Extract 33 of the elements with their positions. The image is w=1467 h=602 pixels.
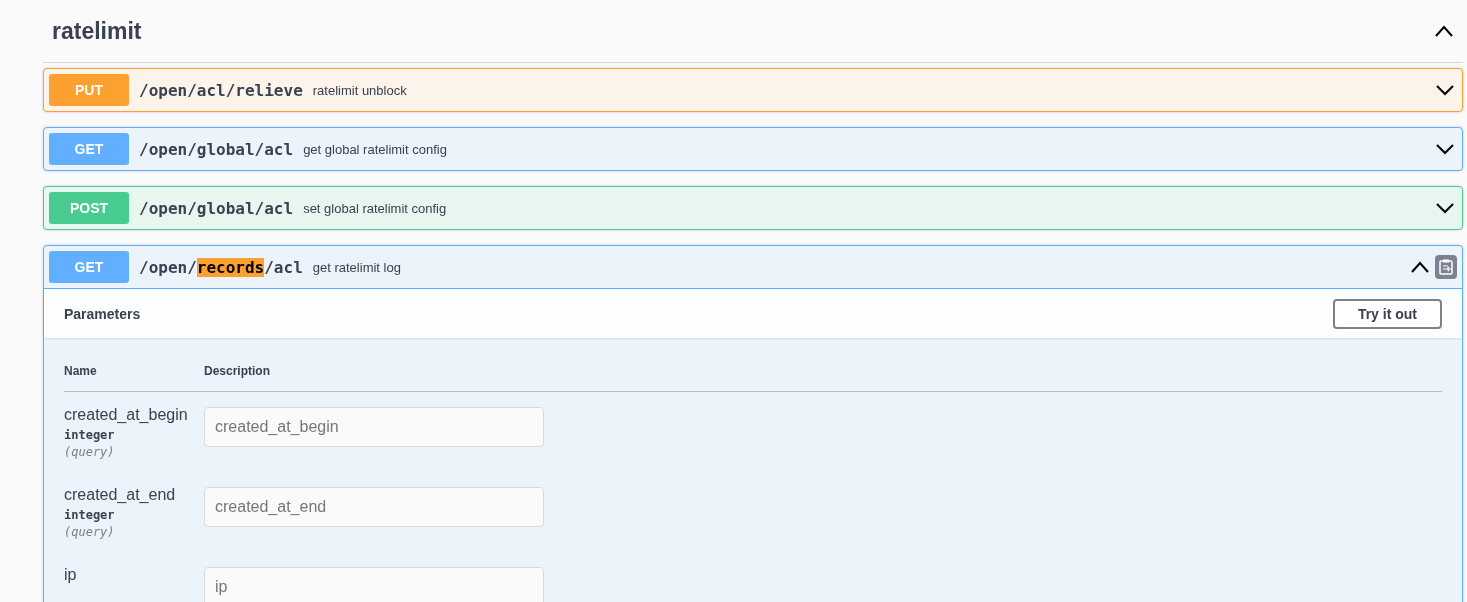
- parameter-type: integer: [64, 508, 116, 522]
- parameter-name: ip: [64, 566, 78, 584]
- method-badge: POST: [49, 192, 129, 224]
- column-header: Description: [204, 364, 270, 378]
- expand-icon[interactable]: [1436, 84, 1454, 96]
- input-field[interactable]: created_at_end: [204, 487, 544, 527]
- endpoint-path[interactable]: /open/global/acl: [139, 198, 294, 218]
- parameter-name: created_at_end: [64, 486, 177, 504]
- input-field[interactable]: created_at_begin: [204, 407, 544, 447]
- endpoint-summary: get global ratelimit config: [303, 141, 448, 157]
- collapse-icon[interactable]: [1435, 25, 1453, 37]
- copy-icon[interactable]: [1435, 255, 1457, 279]
- input-field[interactable]: ip: [204, 567, 544, 602]
- endpoint-summary: set global ratelimit config: [303, 200, 448, 216]
- parameter-location: (query): [64, 445, 116, 459]
- section-title[interactable]: ratelimit: [52, 17, 142, 45]
- endpoint-path[interactable]: /open/acl/relieve: [139, 80, 303, 100]
- method-badge: PUT: [49, 74, 129, 106]
- try-it-out-button[interactable]: Try it out: [1332, 298, 1442, 329]
- endpoint-summary: ratelimit unblock: [312, 82, 408, 98]
- method-badge: GET: [49, 251, 129, 283]
- parameter-type: integer: [64, 428, 116, 442]
- parameters-title: Parameters: [64, 305, 141, 322]
- parameter-name: created_at_begin: [64, 406, 189, 424]
- column-header: Name: [64, 364, 98, 378]
- expand-icon[interactable]: [1436, 143, 1454, 155]
- endpoint-summary: get ratelimit log: [312, 259, 402, 275]
- expand-icon[interactable]: [1436, 202, 1454, 214]
- endpoint-path[interactable]: /open/global/acl: [139, 139, 294, 159]
- endpoint-path[interactable]: /open/records/acl: [139, 257, 303, 277]
- parameter-location: (query): [64, 525, 116, 539]
- collapse-icon[interactable]: [1411, 261, 1429, 273]
- method-badge: GET: [49, 133, 129, 165]
